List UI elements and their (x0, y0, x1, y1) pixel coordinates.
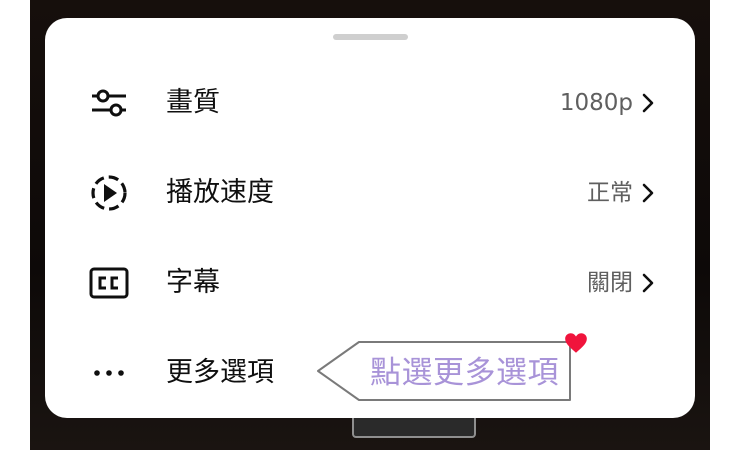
more-options-label: 更多選項 (166, 357, 274, 388)
playback-speed-value: 正常 (587, 180, 633, 206)
captions-label: 字幕 (166, 267, 220, 298)
captions-menu-item[interactable]: 字幕 關閉 (45, 243, 695, 323)
cc-icon (89, 267, 129, 299)
sliders-icon (92, 89, 126, 117)
chevron-right-icon (642, 183, 654, 203)
tutorial-callout-text: 點選更多選項 (370, 355, 559, 391)
quality-value: 1080p (559, 90, 633, 116)
playback-speed-icon (91, 175, 127, 211)
more-horizontal-icon (94, 370, 124, 376)
quality-label: 畫質 (166, 87, 220, 118)
drag-handle[interactable] (333, 34, 408, 40)
captions-value: 關閉 (587, 270, 633, 296)
chevron-right-icon (642, 273, 654, 293)
playback-speed-menu-item[interactable]: 播放速度 正常 (45, 153, 695, 233)
heart-icon (565, 333, 587, 353)
chevron-right-icon (642, 93, 654, 113)
quality-menu-item[interactable]: 畫質 1080p (45, 63, 695, 143)
playback-speed-label: 播放速度 (166, 177, 274, 208)
page-edge (710, 0, 740, 450)
